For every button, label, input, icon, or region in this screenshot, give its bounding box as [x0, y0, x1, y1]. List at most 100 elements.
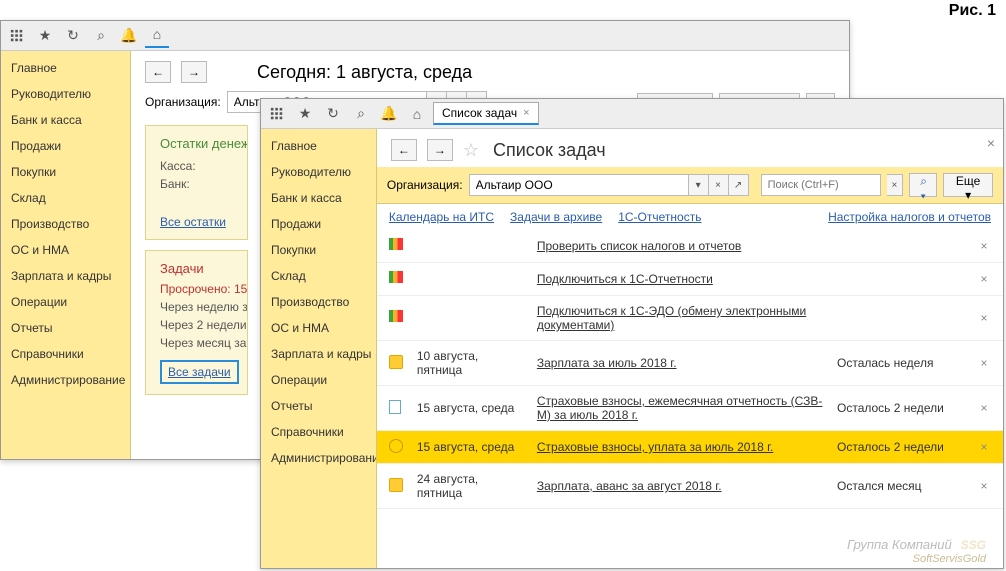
apps-icon[interactable]: [5, 24, 29, 48]
sidebar-item[interactable]: ОС и НМА: [261, 315, 376, 341]
task-row[interactable]: Подключиться к 1С-ЭДО (обмену электронны…: [377, 296, 1003, 341]
all-balances-link[interactable]: Все остатки: [160, 215, 226, 229]
task-close-icon[interactable]: ×: [977, 479, 991, 493]
sidebar-item[interactable]: Банк и касса: [1, 107, 130, 133]
sidebar-item[interactable]: Справочники: [1, 341, 130, 367]
reporting-link[interactable]: 1С-Отчетность: [618, 210, 701, 224]
home-icon[interactable]: ⌂: [405, 102, 429, 126]
task-row[interactable]: Проверить список налогов и отчетов ×: [377, 230, 1003, 263]
sidebar-item[interactable]: ОС и НМА: [1, 237, 130, 263]
task-link[interactable]: Проверить список налогов и отчетов: [537, 239, 741, 253]
sidebar-item[interactable]: Справочники: [261, 419, 376, 445]
more-button[interactable]: Еще ▾: [943, 173, 993, 197]
all-tasks-link[interactable]: Все задачи: [168, 365, 231, 379]
task-name: Зарплата, аванс за август 2018 г.: [537, 479, 827, 493]
task-link[interactable]: Страховые взносы, ежемесячная отчетность…: [537, 394, 823, 422]
tasks-title: Задачи: [160, 261, 233, 276]
forward-button[interactable]: →: [427, 139, 453, 161]
sidebar-item[interactable]: Склад: [261, 263, 376, 289]
task-row[interactable]: 10 августа, пятницаЗарплата за июль 2018…: [377, 341, 1003, 386]
bell-icon[interactable]: 🔔: [377, 102, 401, 126]
task-link[interactable]: Подключиться к 1С-ЭДО (обмену электронны…: [537, 304, 806, 332]
sidebar-item[interactable]: Производство: [1, 211, 130, 237]
sidebar-item[interactable]: Руководителю: [261, 159, 376, 185]
sidebar-item[interactable]: Операции: [1, 289, 130, 315]
task-status: Осталось 2 недели: [837, 440, 967, 454]
sidebar-item[interactable]: Администрирование: [261, 445, 376, 471]
sidebar-item[interactable]: Главное: [1, 55, 130, 81]
sidebar-item[interactable]: Склад: [1, 185, 130, 211]
task-name: Подключиться к 1С-ЭДО (обмену электронны…: [537, 304, 827, 332]
star-icon[interactable]: ★: [33, 24, 57, 48]
sidebar-item[interactable]: Покупки: [1, 159, 130, 185]
sidebar-item[interactable]: Банк и касса: [261, 185, 376, 211]
sidebar-item[interactable]: Руководителю: [1, 81, 130, 107]
task-close-icon[interactable]: ×: [977, 356, 991, 370]
task-type-icon: [389, 238, 407, 254]
search-icon[interactable]: ⌕: [349, 102, 373, 126]
task-close-icon[interactable]: ×: [977, 239, 991, 253]
sidebar-item[interactable]: Зарплата и кадры: [1, 263, 130, 289]
archive-link[interactable]: Задачи в архиве: [510, 210, 602, 224]
sidebar-item[interactable]: Отчеты: [1, 315, 130, 341]
favorite-icon[interactable]: ☆: [463, 140, 479, 161]
calendar-link[interactable]: Календарь на ИТС: [389, 210, 494, 224]
tax-settings-link[interactable]: Настройка налогов и отчетов: [828, 210, 991, 224]
task-row[interactable]: 24 августа, пятницаЗарплата, аванс за ав…: [377, 464, 1003, 509]
forward-button[interactable]: →: [181, 61, 207, 83]
task-close-icon[interactable]: ×: [977, 401, 991, 415]
sidebar-item[interactable]: Администрирование: [1, 367, 130, 393]
star-icon[interactable]: ★: [293, 102, 317, 126]
close-icon[interactable]: ×: [987, 135, 995, 151]
back-button[interactable]: ←: [145, 61, 171, 83]
task-close-icon[interactable]: ×: [977, 311, 991, 325]
open-icon[interactable]: ↗: [729, 174, 749, 196]
task-link[interactable]: Подключиться к 1С-Отчетности: [537, 272, 713, 286]
task-type-icon: [389, 478, 407, 494]
task-link[interactable]: Зарплата за июль 2018 г.: [537, 356, 677, 370]
page-title: Сегодня: 1 августа, среда: [257, 62, 472, 83]
task-date: 15 августа, среда: [417, 440, 527, 454]
task-link[interactable]: Страховые взносы, уплата за июль 2018 г.: [537, 440, 773, 454]
task-status: Осталось 2 недели: [837, 401, 967, 415]
sidebar-item[interactable]: Главное: [261, 133, 376, 159]
history-icon[interactable]: ↻: [61, 24, 85, 48]
sidebar-item[interactable]: Отчеты: [261, 393, 376, 419]
bell-icon[interactable]: 🔔: [117, 24, 141, 48]
tasks-panel: Задачи Просрочено: 15 зада Через неделю …: [145, 250, 248, 395]
task-type-icon: [389, 439, 407, 455]
task-date: 15 августа, среда: [417, 401, 527, 415]
clear-icon[interactable]: ×: [709, 174, 729, 196]
task-row[interactable]: 15 августа, среда Страховые взносы, ежеме…: [377, 386, 1003, 431]
task-close-icon[interactable]: ×: [977, 272, 991, 286]
apps-icon[interactable]: [265, 102, 289, 126]
clear-search-icon[interactable]: ×: [887, 174, 904, 196]
sidebar: ГлавноеРуководителюБанк и кассаПродажиПо…: [1, 51, 131, 459]
sidebar-item[interactable]: Продажи: [1, 133, 130, 159]
task-row[interactable]: 15 августа, среда Страховые взносы, уплат…: [377, 431, 1003, 464]
search-input[interactable]: [761, 174, 881, 196]
task-row[interactable]: Подключиться к 1С-Отчетности ×: [377, 263, 1003, 296]
sidebar-item[interactable]: Продажи: [261, 211, 376, 237]
search-icon[interactable]: ⌕: [89, 24, 113, 48]
sidebar-item[interactable]: Производство: [261, 289, 376, 315]
tab-tasklist[interactable]: Список задач ×: [433, 102, 539, 125]
back-button[interactable]: ←: [391, 139, 417, 161]
task-line1: Через неделю зарп: [160, 300, 233, 314]
sidebar-item[interactable]: Операции: [261, 367, 376, 393]
dropdown-icon[interactable]: ▾: [689, 174, 709, 196]
history-icon[interactable]: ↻: [321, 102, 345, 126]
search-button[interactable]: ⌕ ▾: [909, 173, 937, 197]
tab-close-icon[interactable]: ×: [523, 107, 529, 119]
home-icon[interactable]: ⌂: [145, 24, 169, 48]
sidebar-item[interactable]: Зарплата и кадры: [261, 341, 376, 367]
task-name: Подключиться к 1С-Отчетности: [537, 272, 827, 286]
sidebar-item[interactable]: Покупки: [261, 237, 376, 263]
task-status: Остался месяц: [837, 479, 967, 493]
overdue-label: Просрочено: 15 зада: [160, 282, 233, 296]
task-link[interactable]: Зарплата, аванс за август 2018 г.: [537, 479, 722, 493]
org-input[interactable]: [469, 174, 689, 196]
toolbar: ★ ↻ ⌕ 🔔 ⌂: [1, 21, 849, 51]
task-close-icon[interactable]: ×: [977, 440, 991, 454]
balances-title: Остатки денежн: [160, 136, 233, 151]
